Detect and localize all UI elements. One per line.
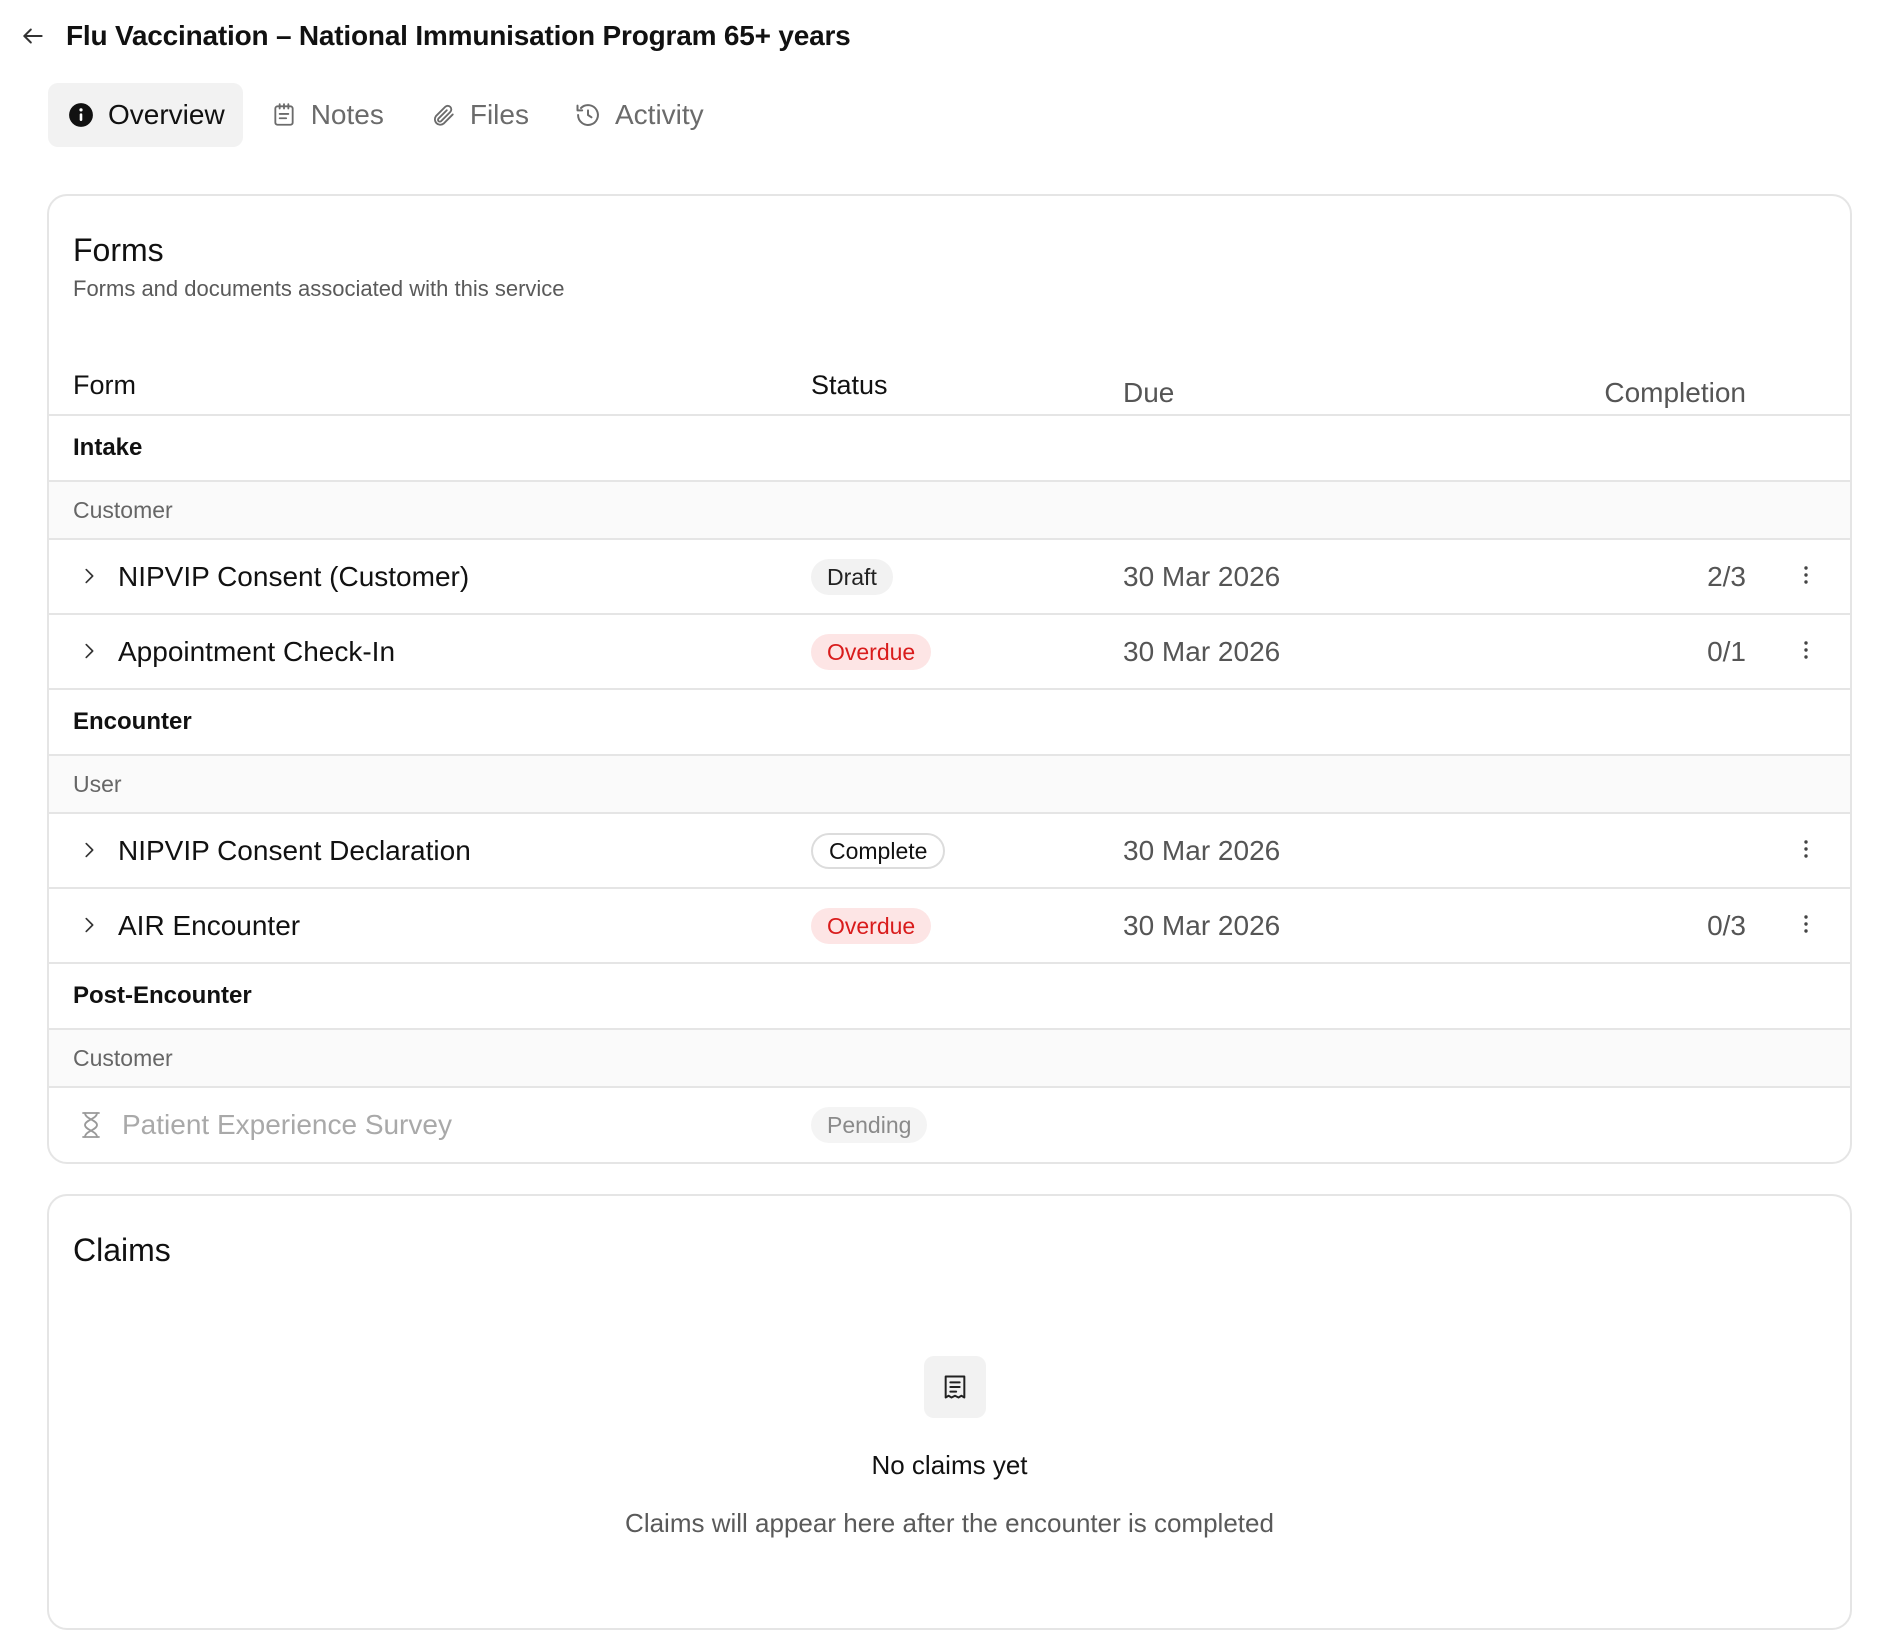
table-row: Patient Experience Survey Pending bbox=[49, 1088, 1850, 1161]
tab-notes[interactable]: Notes bbox=[251, 83, 402, 147]
tab-bar: Overview Notes Files Activity bbox=[48, 83, 722, 147]
tab-overview[interactable]: Overview bbox=[48, 83, 243, 147]
form-name[interactable]: NIPVIP Consent Declaration bbox=[118, 814, 471, 887]
completion-count: 2/3 bbox=[1707, 561, 1746, 592]
tab-files[interactable]: Files bbox=[410, 83, 547, 147]
forms-title: Forms bbox=[73, 232, 164, 268]
info-icon bbox=[66, 100, 96, 130]
empty-state-title: No claims yet bbox=[871, 1450, 1028, 1480]
status-badge: Overdue bbox=[811, 634, 932, 670]
form-name: Patient Experience Survey bbox=[122, 1109, 452, 1140]
tab-label: Notes bbox=[310, 99, 384, 130]
more-vertical-icon[interactable] bbox=[1796, 635, 1816, 665]
claims-title: Claims bbox=[73, 1232, 171, 1268]
group-row-post-encounter: Post-Encounter bbox=[49, 964, 1850, 1030]
column-header-due: Due bbox=[1123, 377, 1175, 408]
forms-table: Form Status Due Completion Intake Custom… bbox=[49, 356, 1850, 1161]
tab-label: Overview bbox=[108, 99, 225, 130]
status-badge: Complete bbox=[811, 833, 946, 869]
more-vertical-icon[interactable] bbox=[1796, 834, 1816, 864]
table-row[interactable]: NIPVIP Consent Declaration Complete 30 M… bbox=[49, 814, 1850, 889]
due-date: 30 Mar 2026 bbox=[1123, 910, 1281, 941]
due-date: 30 Mar 2026 bbox=[1123, 636, 1281, 667]
chevron-right-icon[interactable] bbox=[75, 637, 103, 665]
page-title: Flu Vaccination – National Immunisation … bbox=[66, 20, 851, 51]
subgroup-row: Customer bbox=[49, 482, 1850, 540]
page-header: Flu Vaccination – National Immunisation … bbox=[18, 14, 851, 58]
forms-subtitle: Forms and documents associated with this… bbox=[73, 276, 565, 301]
status-badge: Pending bbox=[811, 1107, 928, 1143]
more-vertical-icon[interactable] bbox=[1796, 560, 1816, 590]
table-row[interactable]: AIR Encounter Overdue 30 Mar 2026 0/3 bbox=[49, 889, 1850, 964]
group-label: Intake bbox=[73, 434, 143, 461]
chevron-right-icon[interactable] bbox=[75, 911, 103, 939]
subgroup-row: User bbox=[49, 756, 1850, 814]
hourglass-icon bbox=[77, 1110, 105, 1140]
form-name[interactable]: Appointment Check-In bbox=[118, 615, 395, 688]
claims-card: Claims No claims yet Claims will appear … bbox=[47, 1194, 1852, 1630]
arrow-left-icon[interactable] bbox=[18, 21, 48, 51]
form-name[interactable]: AIR Encounter bbox=[118, 889, 300, 962]
tab-activity[interactable]: Activity bbox=[555, 83, 722, 147]
notepad-icon bbox=[269, 100, 299, 130]
group-row-encounter: Encounter bbox=[49, 690, 1850, 756]
due-date: 30 Mar 2026 bbox=[1123, 835, 1281, 866]
group-label: Encounter bbox=[73, 708, 192, 735]
chevron-right-icon[interactable] bbox=[75, 836, 103, 864]
tab-label: Files bbox=[469, 99, 529, 130]
table-row[interactable]: Appointment Check-In Overdue 30 Mar 2026… bbox=[49, 615, 1850, 690]
group-row-intake: Intake bbox=[49, 416, 1850, 482]
due-date: 30 Mar 2026 bbox=[1123, 561, 1281, 592]
table-row[interactable]: NIPVIP Consent (Customer) Draft 30 Mar 2… bbox=[49, 540, 1850, 615]
subgroup-label: Customer bbox=[73, 497, 173, 523]
form-name[interactable]: NIPVIP Consent (Customer) bbox=[118, 540, 469, 613]
subgroup-label: User bbox=[73, 771, 122, 797]
group-label: Post-Encounter bbox=[73, 982, 252, 1009]
chevron-right-icon[interactable] bbox=[75, 562, 103, 590]
tab-label: Activity bbox=[614, 99, 704, 130]
history-icon bbox=[573, 100, 603, 130]
table-header: Form Status Due Completion bbox=[49, 356, 1850, 416]
completion-count: 0/3 bbox=[1707, 910, 1746, 941]
column-header-completion: Completion bbox=[1604, 377, 1746, 408]
empty-state-description: Claims will appear here after the encoun… bbox=[625, 1508, 1274, 1538]
subgroup-row: Customer bbox=[49, 1030, 1850, 1088]
receipt-icon bbox=[924, 1356, 986, 1418]
forms-card: Forms Forms and documents associated wit… bbox=[47, 194, 1852, 1164]
column-header-form: Form bbox=[73, 370, 136, 400]
column-header-status: Status bbox=[811, 370, 888, 400]
subgroup-label: Customer bbox=[73, 1045, 173, 1071]
paperclip-icon bbox=[428, 100, 458, 130]
completion-count: 0/1 bbox=[1707, 636, 1746, 667]
status-badge: Overdue bbox=[811, 908, 932, 944]
status-badge: Draft bbox=[811, 559, 893, 595]
more-vertical-icon[interactable] bbox=[1796, 909, 1816, 939]
page: Flu Vaccination – National Immunisation … bbox=[0, 0, 1878, 1652]
